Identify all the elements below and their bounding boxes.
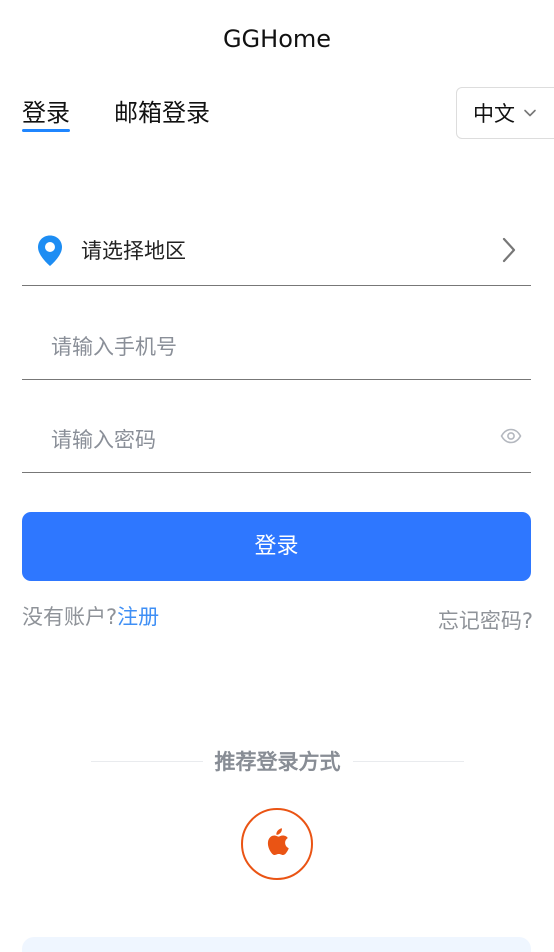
chevron-right-icon bbox=[500, 236, 518, 264]
recommended-login-divider: 推荐登录方式 bbox=[91, 746, 464, 776]
bottom-panel bbox=[22, 937, 531, 952]
login-tabs: 登录 邮箱登录 bbox=[22, 96, 210, 132]
chevron-down-icon bbox=[523, 106, 537, 120]
tab-phone-login[interactable]: 登录 bbox=[22, 96, 70, 132]
forgot-password-link[interactable]: 忘记密码? bbox=[438, 606, 533, 636]
phone-field bbox=[22, 286, 531, 380]
location-pin-icon bbox=[36, 234, 64, 268]
divider-line-right bbox=[352, 760, 464, 762]
divider-line-left bbox=[91, 760, 203, 762]
phone-input[interactable] bbox=[51, 332, 471, 362]
login-page: GGHome 登录 邮箱登录 中文 请选择地区 请输入手机号 登录 没有账户?注… bbox=[0, 0, 554, 952]
password-input[interactable] bbox=[51, 425, 471, 455]
app-title: GGHome bbox=[222, 25, 332, 53]
language-select[interactable]: 中文 bbox=[456, 87, 554, 139]
login-button[interactable]: 登录 bbox=[22, 512, 531, 581]
register-link[interactable]: 注册 bbox=[117, 605, 159, 629]
register-prompt: 没有账户? bbox=[22, 605, 118, 629]
apple-login-button[interactable] bbox=[241, 808, 313, 880]
register-prompt-line: 没有账户?注册 bbox=[22, 602, 159, 632]
region-placeholder: 请选择地区 bbox=[81, 239, 186, 263]
region-selector[interactable]: 请选择地区 bbox=[22, 192, 531, 286]
apple-icon bbox=[263, 825, 291, 863]
eye-icon[interactable] bbox=[500, 427, 522, 445]
recommended-login-title: 推荐登录方式 bbox=[214, 750, 341, 774]
password-field bbox=[22, 379, 531, 473]
tab-email-login[interactable]: 邮箱登录 bbox=[114, 96, 210, 130]
language-select-value: 中文 bbox=[473, 102, 515, 126]
